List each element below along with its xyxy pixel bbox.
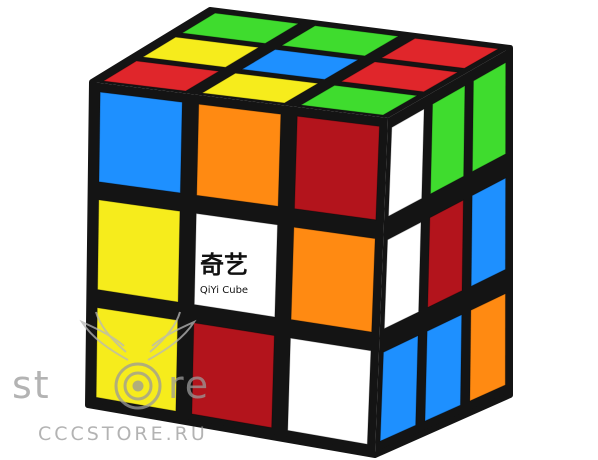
- sticker-green: [429, 84, 466, 195]
- sticker-blue: [424, 313, 463, 422]
- sticker-orange: [290, 226, 376, 333]
- sticker-orange: [196, 103, 282, 207]
- sticker-blue: [379, 334, 419, 442]
- brand-logo-cn: 奇艺: [200, 251, 248, 279]
- cube-scene: 奇艺 QiYi Cube st re CCCSTORE.RU: [12, 7, 513, 458]
- sticker-white: [383, 221, 422, 330]
- sticker-yellow: [97, 199, 181, 303]
- brand-logo-en: QiYi Cube: [200, 285, 248, 296]
- watermark-word-right: re: [168, 363, 210, 407]
- sticker-yellow: [95, 307, 179, 412]
- sticker-blue: [470, 177, 507, 288]
- sticker-blue: [98, 91, 183, 194]
- watermark-domain: CCCSTORE.RU: [38, 423, 208, 445]
- sticker-white: [287, 337, 372, 445]
- sticker-dark_red: [427, 199, 464, 309]
- sticker-dark_red: [293, 115, 380, 221]
- sticker-green: [471, 61, 507, 173]
- sticker-orange: [469, 292, 506, 402]
- watermark-word-left: st: [12, 363, 51, 407]
